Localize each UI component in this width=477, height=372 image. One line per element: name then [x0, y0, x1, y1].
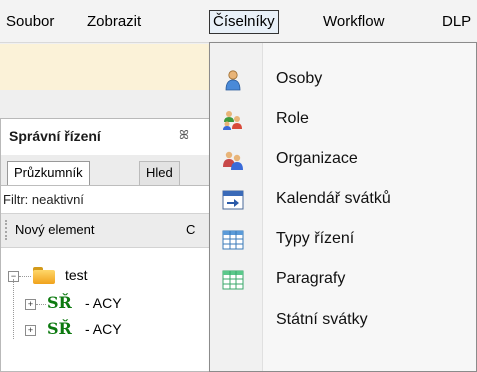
table-icon	[222, 270, 244, 290]
tree-row[interactable]: + SŘ - ACY	[1, 279, 211, 339]
sr-code: SŘ	[47, 319, 72, 338]
filter-status: Filtr: neaktivní	[3, 192, 84, 207]
menu-bar: Soubor Zobrazit Číselníky Workflow DLP	[0, 0, 477, 43]
menu-item-label: Osoby	[276, 70, 323, 87]
expand-icon[interactable]: +	[25, 325, 36, 336]
grip-handle[interactable]	[5, 220, 10, 240]
spravni-rizeni-panel: Správní řízení ꕤ Průzkumník Hled Filtr: …	[0, 118, 211, 372]
menu-item-statni-svatky[interactable]: Státní svátky	[210, 301, 476, 341]
tree-row[interactable]: + SŘ - ACY	[1, 319, 211, 339]
calendar-icon	[222, 190, 244, 210]
menu-zobrazit[interactable]: Zobrazit	[87, 11, 141, 33]
menu-item-label: Paragrafy	[276, 270, 346, 287]
users-role-icon	[223, 111, 242, 130]
menu-item-paragrafy[interactable]: Paragrafy	[210, 260, 476, 300]
folder-icon	[33, 267, 55, 284]
sr-code: SŘ	[47, 293, 72, 312]
close-icon[interactable]: ꕤ	[179, 128, 189, 143]
tree-item-label: - ACY	[85, 321, 122, 337]
menu-soubor[interactable]: Soubor	[6, 11, 54, 33]
menu-item-label: Státní svátky	[276, 311, 368, 328]
panel-title: Správní řízení	[9, 128, 101, 144]
organization-icon	[223, 151, 243, 170]
menu-workflow[interactable]: Workflow	[323, 11, 384, 33]
action-bar: Nový element C	[1, 213, 211, 248]
tree-connector	[19, 276, 31, 277]
tree-item-label: test	[65, 267, 88, 283]
tab-pruzkumnik[interactable]: Průzkumník	[7, 161, 90, 185]
subtab-bar: Průzkumník Hled	[1, 155, 211, 186]
menu-item-kalendar-svatku[interactable]: Kalendář svátků	[210, 180, 476, 220]
tree-connector	[36, 304, 46, 305]
menu-item-label: Organizace	[276, 150, 358, 167]
menu-item-label: Kalendář svátků	[276, 190, 391, 207]
expand-icon[interactable]: +	[25, 299, 36, 310]
menu-item-role[interactable]: Role	[210, 100, 476, 140]
person-icon	[225, 70, 241, 91]
tree-row-test[interactable]: − test	[1, 265, 211, 289]
ciselniky-dropdown-menu: Osoby Role Organizace Kalendář svátků Ty…	[209, 42, 477, 372]
menu-item-label: Typy řízení	[276, 230, 355, 247]
table-icon	[222, 230, 244, 250]
panel-tab[interactable]: Správní řízení ꕤ	[1, 119, 211, 156]
menu-item-organizace[interactable]: Organizace	[210, 140, 476, 180]
menu-item-label: Role	[276, 110, 309, 127]
tree-item-label: - ACY	[85, 295, 122, 311]
new-element-button[interactable]: Nový element	[15, 222, 94, 237]
next-action-button[interactable]: C	[186, 222, 195, 237]
tab-hledat[interactable]: Hled	[139, 161, 180, 185]
menu-ciselniky[interactable]: Číselníky	[209, 10, 279, 34]
menu-item-typy-rizeni[interactable]: Typy řízení	[210, 220, 476, 260]
menu-item-osoby[interactable]: Osoby	[210, 60, 476, 100]
menu-dlp[interactable]: DLP	[442, 11, 471, 33]
tree-view: − test + SŘ - ACY + SŘ - ACY	[1, 251, 211, 371]
